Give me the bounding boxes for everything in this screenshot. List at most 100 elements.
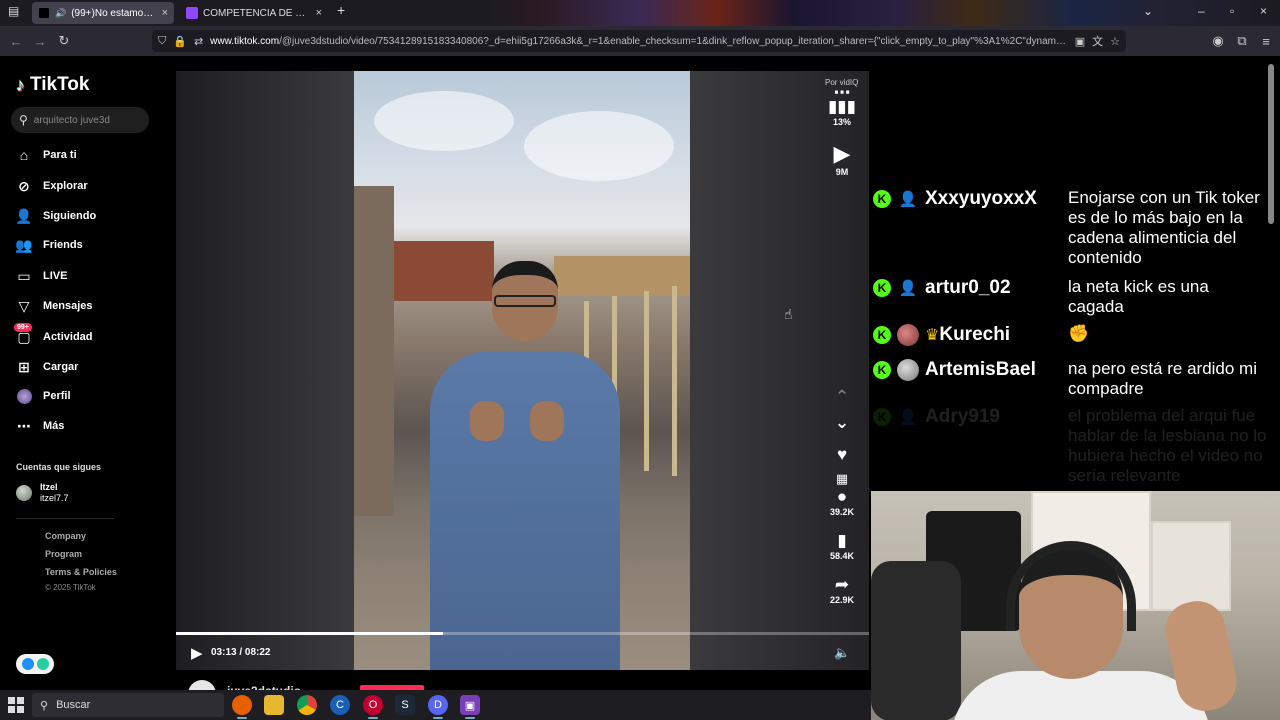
browser-nav-bar: ← → ↻ ⛉ 🔒 ⇄ www.tiktok.com/@juve3dstudio… xyxy=(0,26,1280,56)
chat-username: Adry919 xyxy=(925,406,1000,427)
video-player[interactable]: Por vidIQ ⋯ ▮▮▮ 13% ▶ 9M ⌃ ⌄ ♥ ▦ ● 39.2K… xyxy=(176,71,869,670)
following-account[interactable]: Itzel itzel7.7 xyxy=(16,482,69,504)
footer-link-program[interactable]: Program xyxy=(45,549,82,559)
footer-link-terms[interactable]: Terms & Policies xyxy=(45,567,117,577)
views-indicator: ▶ 9M xyxy=(814,141,869,177)
kick-badge-icon: K xyxy=(873,279,891,297)
sidebar-item-actividad[interactable]: ▢ 99+ Actividad xyxy=(14,323,93,348)
chrome-icon[interactable] xyxy=(297,695,317,715)
minimize-button[interactable]: – xyxy=(1198,4,1205,18)
next-video-button[interactable]: ⌄ xyxy=(814,413,869,433)
translate-icon[interactable]: 文 xyxy=(1092,33,1103,49)
video-progress-bar[interactable] xyxy=(176,632,869,635)
following-heading: Cuentas que sigues xyxy=(16,462,102,472)
sidebar-item-mensajes[interactable]: ▽ Mensajes xyxy=(16,295,93,317)
url-path: /@juve3dstudio/video/7534128915183340806… xyxy=(279,35,1068,47)
sidebar-item-label: Más xyxy=(43,420,65,432)
url-bar[interactable]: ⛉ 🔒 ⇄ www.tiktok.com/@juve3dstudio/video… xyxy=(152,30,1126,52)
volume-button[interactable]: 🔈 xyxy=(834,645,850,661)
sidebar-item-live[interactable]: ▭ LIVE xyxy=(16,265,67,287)
play-button[interactable]: ▶ xyxy=(191,644,203,662)
previous-video-button[interactable]: ⌃ xyxy=(814,387,869,407)
bookmark-icon: ▮ xyxy=(837,531,847,550)
sidebar-item-mas[interactable]: ⋯ Más xyxy=(16,415,64,437)
avatar xyxy=(897,359,919,381)
get-app-button[interactable] xyxy=(16,654,54,674)
game-icon[interactable]: ▣ xyxy=(460,695,480,719)
menu-icon[interactable]: ≡ xyxy=(1254,34,1278,49)
taskbar-search[interactable]: ⚲ Buscar xyxy=(32,693,224,717)
discord-icon[interactable]: D xyxy=(428,695,448,719)
sidebar-item-cargar[interactable]: ⊞ Cargar xyxy=(16,356,78,378)
url-text[interactable]: www.tiktok.com/@juve3dstudio/video/75341… xyxy=(210,36,1068,47)
close-window-button[interactable]: × xyxy=(1260,4,1267,18)
tab-list-icon[interactable]: ▤ xyxy=(8,4,19,18)
video-cloud xyxy=(524,111,674,181)
chat-message: K ♛Kurechi ✊ xyxy=(873,324,1278,346)
footer-link-company[interactable]: Company xyxy=(45,531,86,541)
webcam-streamer-shirt xyxy=(951,671,1211,720)
sidebar-item-friends[interactable]: 👥 Friends xyxy=(15,234,83,256)
ccleaner-icon[interactable]: C xyxy=(330,695,350,715)
folder-icon[interactable] xyxy=(264,695,284,715)
opera-gx-icon[interactable]: O xyxy=(363,695,383,719)
compass-icon: ⊘ xyxy=(18,177,30,194)
video-frame[interactable] xyxy=(354,71,690,670)
close-icon[interactable]: × xyxy=(316,7,322,19)
search-input[interactable]: ⚲ arquitecto juve3d xyxy=(11,107,149,133)
views-count: 9M xyxy=(835,167,849,177)
extensions-icon[interactable]: ⧉ xyxy=(1230,33,1254,49)
vidiq-score-button[interactable]: ▮▮▮ 13% xyxy=(814,97,869,127)
sidebar-item-para-ti[interactable]: ⌂ Para ti xyxy=(16,144,77,166)
save-button[interactable]: ▮ 58.4K xyxy=(814,531,869,561)
shield-icon[interactable]: ⛉ xyxy=(158,35,166,48)
lock-icon[interactable]: 🔒 xyxy=(173,35,187,48)
sidebar-item-label: Friends xyxy=(43,239,83,251)
forward-arrow-icon[interactable]: → xyxy=(28,34,52,49)
sidebar-item-label: LIVE xyxy=(43,270,68,282)
bookmark-star-icon[interactable]: ☆ xyxy=(1110,35,1120,48)
like-button[interactable]: ♥ xyxy=(814,445,869,465)
chevron-up-icon: ⌃ xyxy=(834,387,850,406)
chat-message: K 👤 XxxyuyoxxX Enojarse con un Tik toker… xyxy=(873,188,1278,268)
send-icon: ▽ xyxy=(18,297,30,314)
logo-text: TikTok xyxy=(30,74,90,95)
close-icon[interactable]: × xyxy=(162,7,168,19)
chat-username: Kurechi xyxy=(939,324,1011,345)
new-tab-button[interactable]: + xyxy=(337,2,345,18)
following-account-names: Itzel itzel7.7 xyxy=(40,482,69,504)
video-author-bar: juve3dstudio xyxy=(176,670,869,708)
sidebar-item-explorar[interactable]: ⊘ Explorar xyxy=(16,175,88,197)
share-button[interactable]: ➦ 22.9K xyxy=(814,575,869,605)
tab-twitch[interactable]: COMPETENCIA DE DIBUJO VS I × xyxy=(180,2,328,24)
maximize-button[interactable]: ▫ xyxy=(1230,4,1234,18)
start-button[interactable] xyxy=(8,697,24,713)
steam-icon[interactable]: S xyxy=(395,695,415,715)
extension-button[interactable]: ▦ xyxy=(814,469,869,489)
avatar xyxy=(16,485,32,501)
user-icon: 👤 xyxy=(898,280,918,297)
user-icon: 👤 xyxy=(898,191,918,208)
live-icon: ▭ xyxy=(17,267,31,284)
sidebar-item-siguiendo[interactable]: 👤 Siguiendo xyxy=(15,205,96,227)
account-icon[interactable]: ◉ xyxy=(1206,33,1230,49)
sidebar-item-label: Explorar xyxy=(43,180,88,192)
notification-badge: 99+ xyxy=(14,323,32,332)
comment-button[interactable]: ● 39.2K xyxy=(814,487,869,517)
bar-chart-icon: ▮▮▮ xyxy=(827,97,857,116)
back-arrow-icon[interactable]: ← xyxy=(4,34,28,49)
tab-tiktok[interactable]: 🔊 (99+)No estamos en iguald × xyxy=(32,2,174,24)
chevron-down-icon[interactable]: ⌄ xyxy=(1143,4,1153,18)
emote-icon: ✊ xyxy=(1068,324,1090,343)
reader-view-icon[interactable]: ▣ xyxy=(1075,35,1085,48)
kick-badge-icon: K xyxy=(873,190,891,208)
tiktok-logo[interactable]: ♪ TikTok xyxy=(16,74,89,96)
firefox-icon[interactable] xyxy=(232,695,252,719)
permissions-icon[interactable]: ⇄ xyxy=(194,35,203,48)
sidebar-item-perfil[interactable]: Perfil xyxy=(16,385,71,407)
chat-username: ArtemisBael xyxy=(925,359,1036,380)
reload-icon[interactable]: ↻ xyxy=(52,33,76,49)
video-column xyxy=(644,291,649,471)
chat-message: K 👤 artur0_02 la neta kick es una cagada xyxy=(873,277,1278,317)
video-progress-fill xyxy=(176,632,443,635)
